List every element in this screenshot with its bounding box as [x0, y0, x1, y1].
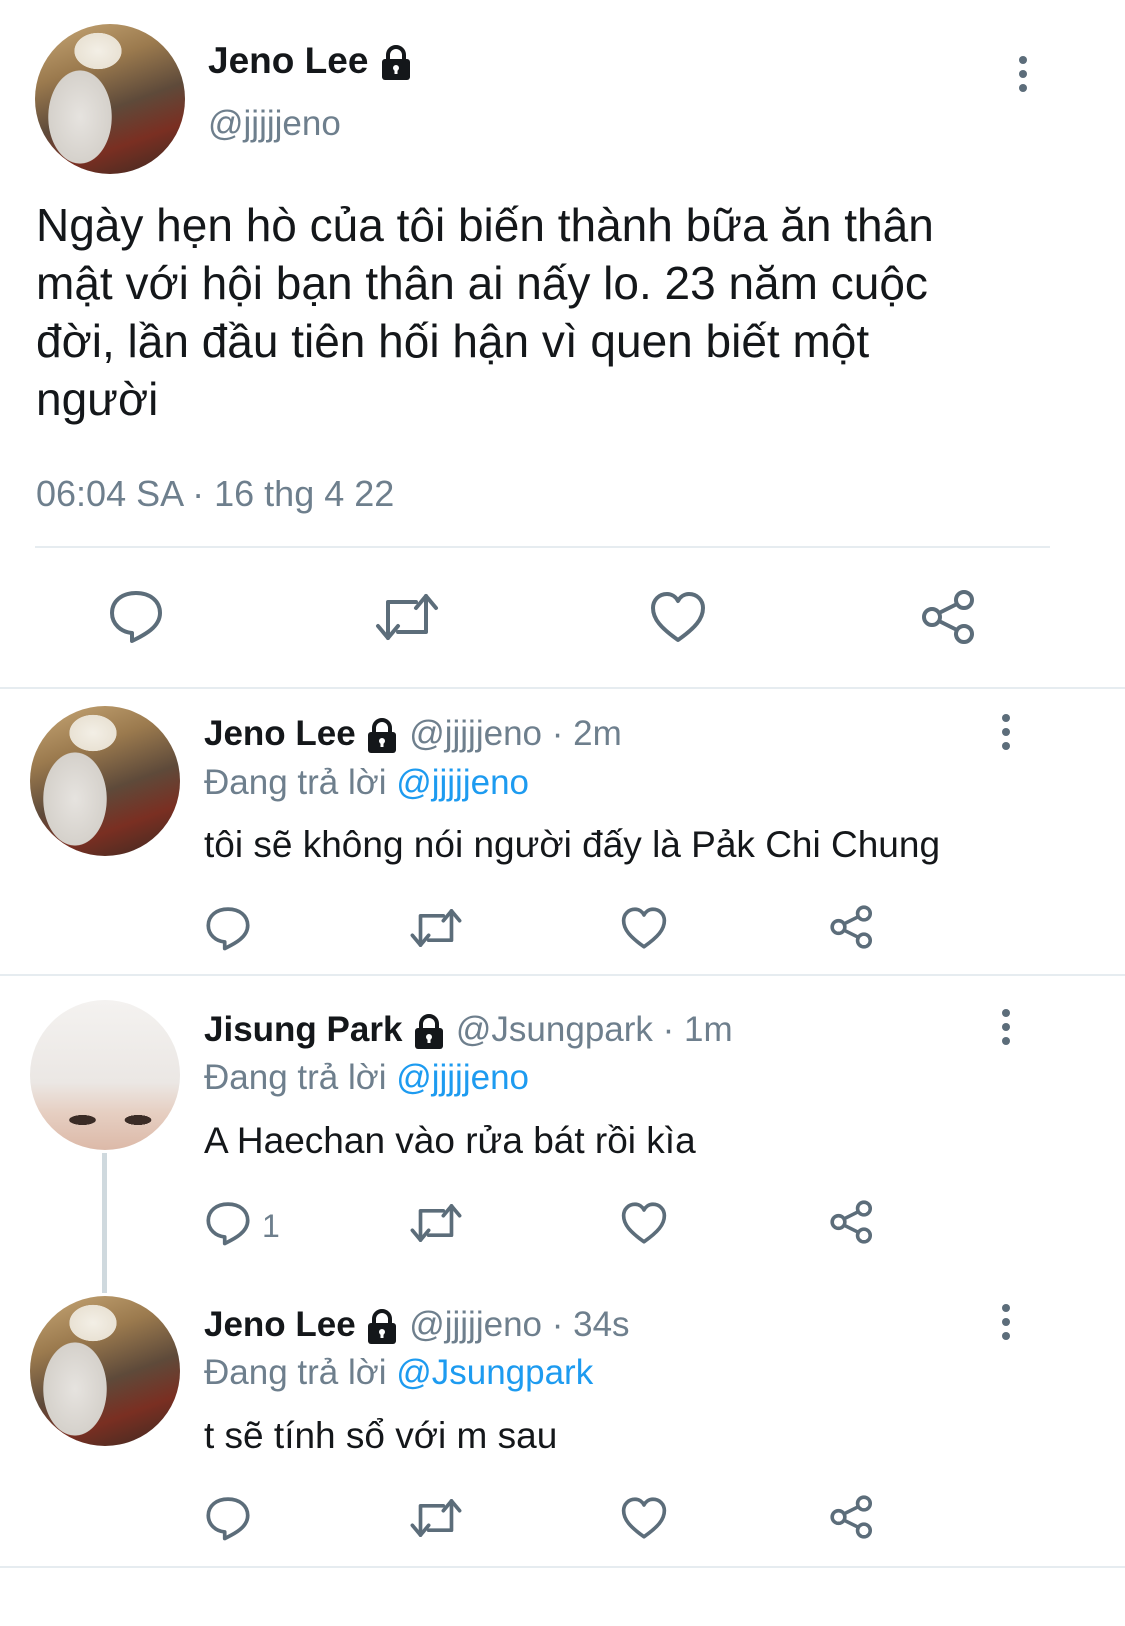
more-options-icon[interactable]	[1002, 1304, 1012, 1346]
share-icon[interactable]	[920, 588, 978, 646]
mention-link[interactable]: @jjjjjeno	[396, 763, 529, 802]
avatar[interactable]	[30, 1296, 180, 1446]
reply-count: 1	[262, 1208, 280, 1244]
reply-time: · 2m	[551, 714, 622, 753]
heart-icon[interactable]	[620, 906, 668, 950]
share-icon[interactable]	[829, 1199, 875, 1245]
mention-link[interactable]: @jjjjjeno	[396, 1058, 529, 1097]
replying-to: Đang trả lời @jjjjjeno	[204, 1058, 529, 1098]
divider	[0, 687, 1125, 689]
tweet-text-line: Ngày hẹn hò của tôi biến thành bữa ăn th…	[36, 199, 934, 251]
author-name[interactable]: Jeno Lee	[204, 714, 356, 753]
share-icon[interactable]	[829, 1494, 875, 1540]
replying-to: Đang trả lời @Jsungpark	[204, 1353, 593, 1393]
more-options-icon[interactable]	[1002, 1009, 1012, 1051]
heart-icon[interactable]	[620, 1201, 668, 1245]
speech-bubble-icon[interactable]	[108, 588, 164, 644]
mention-link[interactable]: @Jsungpark	[396, 1353, 593, 1392]
author-name-text: Jeno Lee	[208, 40, 369, 81]
author-handle[interactable]: @jjjjjeno	[208, 104, 341, 144]
lock-icon	[415, 1013, 444, 1049]
retweet-icon[interactable]	[409, 906, 463, 950]
reply-header: Jeno Lee @jjjjjeno · 2m	[204, 714, 622, 755]
heart-icon[interactable]	[620, 1496, 668, 1540]
more-options-icon[interactable]	[1002, 714, 1012, 756]
author-name[interactable]: Jeno Lee	[204, 1305, 356, 1344]
divider	[0, 1566, 1125, 1568]
share-icon[interactable]	[829, 904, 875, 950]
lock-icon	[368, 717, 397, 753]
tweet-text-line: người	[36, 373, 159, 425]
reply-text: t sẽ tính sổ với m sau	[204, 1415, 558, 1456]
thread-line	[102, 1153, 107, 1293]
author-handle[interactable]: @jjjjjeno	[409, 1305, 542, 1344]
reply-text: A Haechan vào rửa bát rồi kìa	[204, 1120, 696, 1161]
avatar[interactable]	[30, 1000, 180, 1150]
replying-prefix: Đang trả lời	[204, 763, 387, 802]
reply-time: · 1m	[662, 1010, 733, 1049]
replying-prefix: Đang trả lời	[204, 1353, 387, 1392]
author-name[interactable]: Jisung Park	[204, 1010, 402, 1049]
speech-bubble-icon[interactable]	[205, 905, 251, 951]
tweet-timestamp[interactable]: 06:04 SA · 16 thg 4 22	[36, 473, 394, 515]
speech-bubble-icon[interactable]	[205, 1495, 251, 1541]
tweet-text-line: mật với hội bạn thân ai nấy lo. 23 năm c…	[36, 257, 928, 309]
replying-to: Đang trả lời @jjjjjeno	[204, 763, 529, 803]
author-name[interactable]: Jeno Lee	[208, 40, 413, 82]
avatar[interactable]	[35, 24, 185, 174]
divider	[35, 546, 1050, 548]
reply-header: Jeno Lee @jjjjjeno · 34s	[204, 1305, 630, 1346]
more-options-icon[interactable]	[1019, 56, 1029, 98]
lock-icon	[381, 45, 410, 81]
retweet-icon[interactable]	[409, 1201, 463, 1245]
divider	[0, 974, 1125, 976]
reply-text: tôi sẽ không nói người đấy là Pảk Chi Ch…	[204, 824, 941, 865]
reply-header: Jisung Park @Jsungpark · 1m	[204, 1010, 733, 1051]
reply-time: · 34s	[551, 1305, 630, 1344]
retweet-icon[interactable]	[409, 1496, 463, 1540]
author-handle[interactable]: @jjjjjeno	[409, 714, 542, 753]
replying-prefix: Đang trả lời	[204, 1058, 387, 1097]
retweet-icon[interactable]	[374, 590, 440, 644]
avatar[interactable]	[30, 706, 180, 856]
lock-icon	[368, 1308, 397, 1344]
tweet-text-line: đời, lần đầu tiên hối hận vì quen biết m…	[36, 315, 870, 367]
speech-bubble-icon[interactable]	[205, 1200, 251, 1246]
heart-icon[interactable]	[649, 590, 707, 644]
author-handle[interactable]: @Jsungpark	[456, 1010, 653, 1049]
